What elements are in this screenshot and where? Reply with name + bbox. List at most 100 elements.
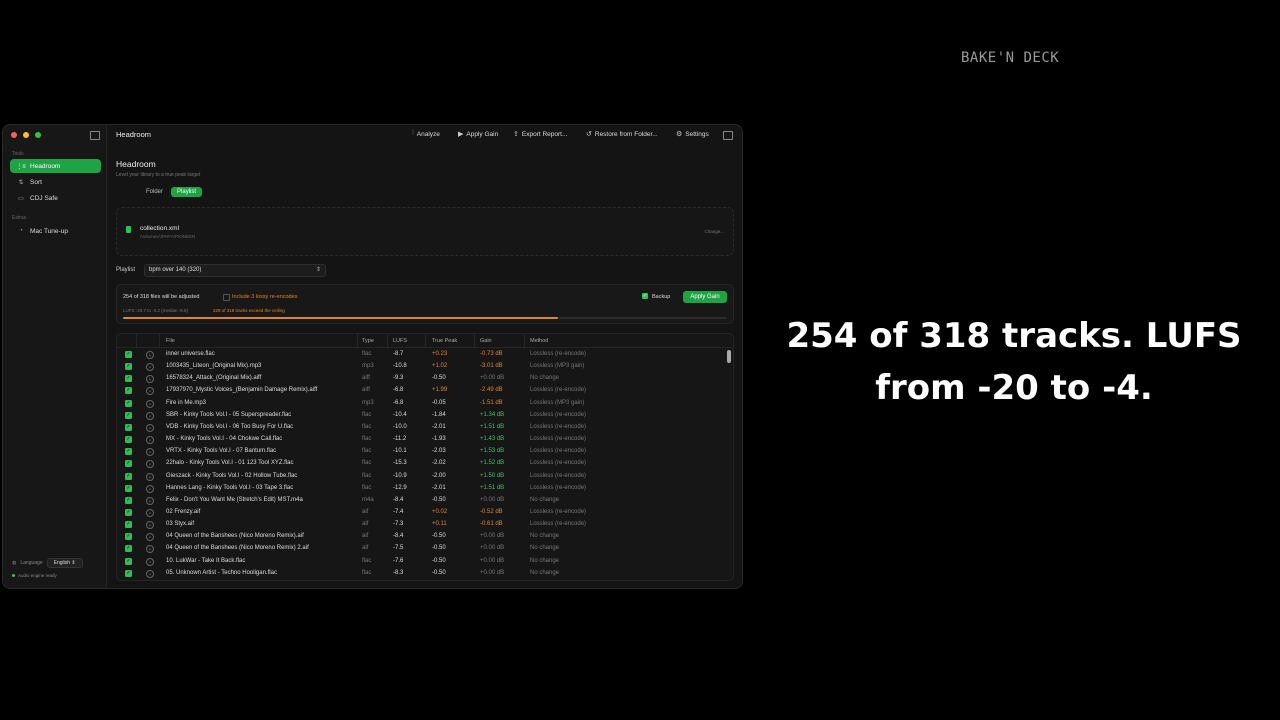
row-checkbox[interactable]: ✓ [125,484,132,492]
table-row[interactable]: ✓ ● 16578324_Attack_(Original Mix).aiff aif… [117,373,725,385]
sidebar-toggle-icon[interactable] [90,131,100,140]
preview-icon[interactable]: ● [146,363,154,372]
cell-type: flac [362,448,372,455]
cell-lufs: -6.8 [393,387,404,394]
row-checkbox[interactable]: ✓ [125,387,132,395]
sidebar-item-sort[interactable]: ⇅ Sort [10,175,101,189]
table-row[interactable]: ✓ ● 03 Styx.aif aif -7.3 +0.11 -0.61 dB Lossles… [117,519,725,531]
preview-icon[interactable]: ● [146,351,154,359]
close-window-button[interactable] [11,132,17,138]
row-checkbox[interactable]: ✓ [125,557,132,565]
cell-method: Lossless (re-encode) [530,411,587,418]
cell-type: flac [362,460,372,467]
preview-icon[interactable]: ● [146,472,154,481]
table-scrollbar[interactable] [727,350,731,363]
header-gain[interactable]: Gain [480,338,492,344]
preview-icon[interactable]: ● [146,557,154,566]
preview-icon[interactable]: ● [146,375,154,384]
header-file[interactable]: File [166,338,175,344]
preview-icon[interactable]: ● [146,508,154,517]
table-row[interactable]: ✓ ● 05. Unknown Artist - Techno Hooligan.f… [117,568,725,580]
preview-icon[interactable]: ● [146,533,154,542]
cell-method: Lossless (re-encode) [530,448,587,455]
table-row[interactable]: ✓ ● Felix - Don't You Want Me (Stretch's E… [117,495,725,507]
row-checkbox[interactable]: ✓ [125,411,132,419]
table-row[interactable]: ✓ ● VDB - Kinky Tools Vol.I - 06 Too Busy … [117,422,725,434]
preview-icon[interactable]: ● [146,387,154,396]
change-file-button[interactable]: Change... [704,229,724,234]
table-row[interactable]: ✓ ● 04 Queen of the Banshees (Nico Moreno … [117,531,725,543]
row-checkbox[interactable]: ✓ [125,508,132,516]
table-row[interactable]: ✓ ● MX - Kinky Tools Vol.I - 04 Chokwe Cal… [117,434,725,446]
table-row[interactable]: ✓ ● inner universe.flac flac -8.7 +0.23 -0.73 … [117,349,725,361]
cell-file: Gieszack - Kinky Tools Vol.I - 02 Hollow… [166,472,298,479]
segment-playlist[interactable]: Playlist [171,187,203,197]
preview-icon[interactable]: ● [146,521,154,530]
row-checkbox[interactable]: ✓ [125,363,132,371]
backup-label[interactable]: Backup [652,294,670,300]
row-checkbox[interactable]: ✓ [125,448,132,456]
preview-icon[interactable]: ● [146,436,154,445]
settings-button[interactable]: ⚙ Settings [676,130,709,139]
row-checkbox[interactable]: ✓ [125,496,132,504]
playlist-select[interactable]: bpm over 140 (320) ⇕ [144,264,326,277]
export-report-button[interactable]: ⇪ Export Report... [513,130,567,139]
zoom-window-button[interactable] [35,132,41,138]
preview-icon[interactable]: ● [146,545,154,554]
cell-file: 04 Queen of the Banshees (Nico Moreno Re… [166,533,304,540]
cell-file: 03 Styx.aif [166,521,195,528]
table-row[interactable]: ✓ ● 22halo - Kinky Tools Vol.I - 01 123 To… [117,458,725,470]
panel-toggle-icon[interactable] [723,131,733,140]
sidebar-item-mac-tune-up[interactable]: ◔ Mac Tune-up [10,224,101,238]
header-true-peak[interactable]: True Peak [432,338,457,344]
analyze-button[interactable]: ⫶ Analyze [412,130,440,138]
row-checkbox[interactable]: ✓ [125,521,132,529]
table-row[interactable]: ✓ ● 10. LukWar - Take It Back.flac flac -7.6… [117,556,725,568]
backup-checkbox[interactable]: ✓ [642,293,648,299]
table-row[interactable]: ✓ ● Fire in Me.mp3 mp3 -6.8 -0.05 -1.51 dB Loss… [117,398,725,410]
cell-true-peak: -2.00 [432,472,446,479]
row-checkbox[interactable]: ✓ [125,423,132,431]
row-checkbox[interactable]: ✓ [125,472,132,480]
table-row[interactable]: ✓ ● 02 Frenzy.aif aif -7.4 +0.02 -0.52 dB Lossl… [117,507,725,519]
cell-gain: -1.51 dB [480,399,503,406]
apply-gain-button[interactable]: Apply Gain [683,291,727,303]
row-checkbox[interactable]: ✓ [125,351,132,358]
header-method[interactable]: Method [530,338,548,344]
table-row[interactable]: ✓ ● 1003435_Liteon_(Original Mix).mp3 mp3 -1… [117,361,725,373]
row-checkbox[interactable]: ✓ [125,460,132,468]
adjusted-count: 254 of 318 files will be adjusted [123,294,200,300]
row-checkbox[interactable]: ✓ [125,399,132,407]
table-row[interactable]: ✓ ● Gieszack - Kinky Tools Vol.I - 02 Holl… [117,471,725,483]
header-lufs[interactable]: LUFS [393,338,407,344]
language-select[interactable]: English ⇕ [46,558,83,568]
row-checkbox[interactable]: ✓ [125,375,132,383]
row-checkbox[interactable]: ✓ [125,545,132,553]
segment-folder[interactable]: Folder [140,187,169,197]
table-row[interactable]: ✓ ● 17937970_Mystic Voices_(Benjamin Damag… [117,385,725,397]
row-checkbox[interactable]: ✓ [125,436,132,444]
preview-icon[interactable]: ● [146,496,154,505]
table-row[interactable]: ✓ ● SBR - Kinky Tools Vol.I - 05 Superspre… [117,410,725,422]
preview-icon[interactable]: ● [146,484,154,493]
lossy-checkbox[interactable] [223,294,230,301]
row-checkbox[interactable]: ✓ [125,569,132,577]
lossy-label[interactable]: Include 3 lossy re-encodes [232,294,297,300]
apply-gain-toolbar-button[interactable]: ▶ Apply Gain [458,130,498,139]
table-row[interactable]: ✓ ● Hannes Lang - Kinky Tools Vol.I - 03 T… [117,483,725,495]
restore-from-folder-button[interactable]: ↺ Restore from Folder... [586,130,658,139]
preview-icon[interactable]: ● [146,399,154,408]
header-type[interactable]: Type [362,338,374,344]
preview-icon[interactable]: ● [146,411,154,420]
preview-icon[interactable]: ● [146,460,154,469]
preview-icon[interactable]: ● [146,569,154,578]
preview-icon[interactable]: ● [146,448,154,457]
cell-type: aif [362,508,369,515]
minimize-window-button[interactable] [23,132,29,138]
sidebar-item-cdj-safe[interactable]: ▭ CDJ Safe [10,191,101,205]
row-checkbox[interactable]: ✓ [125,533,132,541]
sidebar-item-headroom[interactable]: ⋮≡ Headroom [10,159,101,173]
table-row[interactable]: ✓ ● VRTX - Kinky Tools Vol.I - 07 Bantum.f… [117,446,725,458]
table-row[interactable]: ✓ ● 04 Queen of the Banshees (Nico Moreno … [117,543,725,555]
preview-icon[interactable]: ● [146,423,154,432]
